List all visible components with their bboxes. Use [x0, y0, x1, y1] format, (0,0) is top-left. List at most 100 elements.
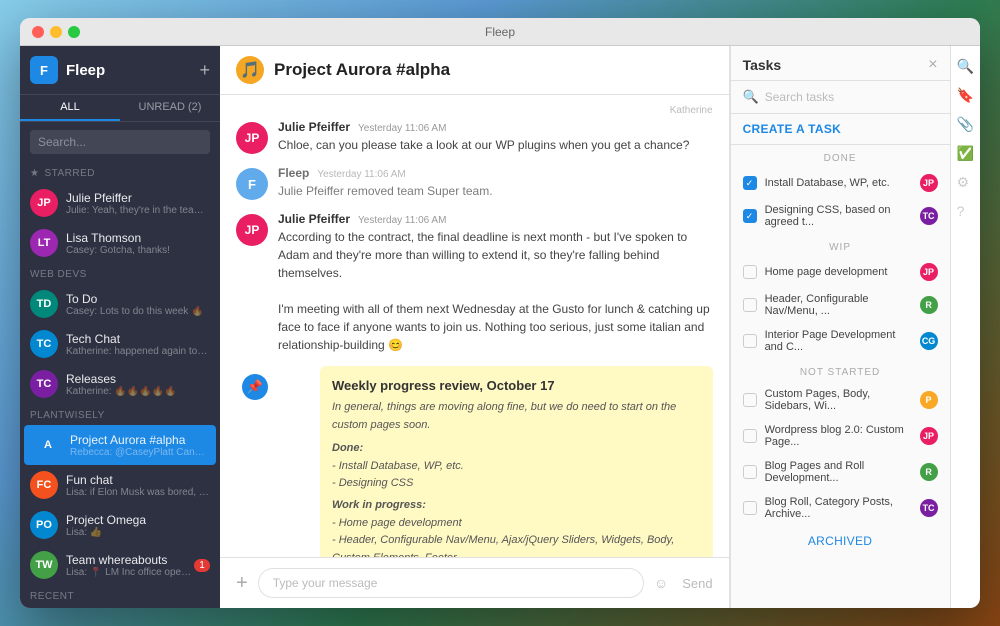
weekly-review-container: 📌 Weekly progress review, October 17 In …	[278, 366, 713, 557]
avatar: JP	[236, 214, 268, 246]
right-icon-bar: 🔍 🔖 📎 ✅ ⚙ ?	[950, 46, 980, 608]
message-text: Julie Pfeiffer removed team Super team.	[278, 182, 713, 200]
sidebar: F Fleep + ALL UNREAD (2) ★ STARRED JP Ju…	[20, 46, 220, 608]
task-checkbox[interactable]	[743, 501, 757, 515]
traffic-lights	[32, 26, 80, 38]
sidebar-item-text: Project Aurora #alpha Rebecca: @CaseyPla…	[70, 433, 206, 458]
conversation-preview: Lisa: 📍 LM Inc office opening pa...	[66, 567, 194, 578]
task-checkbox[interactable]	[743, 393, 757, 407]
add-conversation-button[interactable]: +	[199, 60, 210, 81]
task-checkbox[interactable]	[743, 465, 757, 479]
sidebar-search-container	[20, 122, 220, 162]
task-checkbox[interactable]	[743, 429, 757, 443]
avatar: LT	[30, 229, 58, 257]
task-checkbox[interactable]	[743, 298, 757, 312]
chat-message: JP Julie Pfeiffer Yesterday 11:06 AM Acc…	[236, 212, 713, 354]
section-label: PLANTWISELY	[30, 410, 105, 421]
tasks-title: Tasks	[743, 57, 782, 73]
conversation-preview: Lisa: 👍	[66, 527, 210, 538]
unread-badge: 1	[194, 559, 210, 572]
bookmark-icon[interactable]: 🔖	[955, 85, 976, 106]
tab-unread[interactable]: UNREAD (2)	[120, 95, 220, 121]
weekly-review-box: Weekly progress review, October 17 In ge…	[320, 366, 713, 557]
search-icon[interactable]: 🔍	[955, 56, 976, 77]
contact-preview: Julie: Yeah, they're in the team when...	[66, 205, 210, 216]
minimize-button[interactable]	[50, 26, 62, 38]
task-label: Blog Roll, Category Posts, Archive...	[765, 496, 912, 520]
app-body: F Fleep + ALL UNREAD (2) ★ STARRED JP Ju…	[20, 46, 980, 608]
task-assignee-avatar: JP	[920, 427, 938, 445]
sidebar-item-peter[interactable]: P Peter Casey: No prob 😊	[20, 606, 220, 608]
task-item: Blog Roll, Category Posts, Archive... TC	[731, 490, 950, 526]
conversation-preview: Katherine: 🔥🔥🔥🔥🔥	[66, 386, 210, 397]
question-icon[interactable]: ?	[955, 201, 976, 221]
sidebar-item-releases[interactable]: TC Releases Katherine: 🔥🔥🔥🔥🔥	[20, 364, 220, 404]
conversation-name: Fun chat	[66, 473, 210, 487]
weekly-review-done: Done: - Install Database, WP, etc. - Des…	[332, 440, 701, 493]
task-item: Blog Pages and Roll Development... R	[731, 454, 950, 490]
task-checkbox[interactable]: ✓	[743, 209, 757, 223]
check-circle-icon[interactable]: ✅	[955, 143, 976, 164]
sidebar-item-text: Releases Katherine: 🔥🔥🔥🔥🔥	[66, 372, 210, 397]
task-checkbox[interactable]	[743, 265, 757, 279]
contact-name: Julie Pfeiffer	[66, 191, 210, 205]
message-sender: Julie Pfeiffer	[278, 212, 350, 226]
sidebar-item-funchat[interactable]: FC Fun chat Lisa: if Elon Musk was bored…	[20, 465, 220, 505]
task-label: Designing CSS, based on agreed t...	[765, 204, 912, 228]
task-assignee-avatar: R	[920, 463, 938, 481]
main-content: 🎵 Project Aurora #alpha Katherine JP Jul…	[220, 46, 980, 608]
tab-all[interactable]: ALL	[20, 95, 120, 121]
task-checkbox[interactable]: ✓	[743, 176, 757, 190]
send-button[interactable]: Send	[682, 576, 712, 591]
maximize-button[interactable]	[68, 26, 80, 38]
emoji-icon[interactable]: ☺	[654, 575, 668, 591]
tasks-body: DONE ✓ Install Database, WP, etc. JP ✓ D…	[731, 145, 950, 608]
task-assignee-avatar: JP	[920, 174, 938, 192]
conversation-name: Project Aurora #alpha	[70, 433, 206, 447]
archived-button[interactable]: ARCHIVED	[731, 526, 950, 556]
chat-area: 🎵 Project Aurora #alpha Katherine JP Jul…	[220, 46, 730, 608]
sidebar-item-text: Tech Chat Katherine: happened again toda…	[66, 332, 210, 357]
task-item: Custom Pages, Body, Sidebars, Wi... P	[731, 382, 950, 418]
message-content: Julie Pfeiffer Yesterday 11:06 AM Accord…	[278, 212, 713, 354]
close-button[interactable]	[32, 26, 44, 38]
avatar: JP	[236, 122, 268, 154]
app-logo: F	[30, 56, 58, 84]
task-item: Home page development JP	[731, 257, 950, 287]
conversation-name: Project Omega	[66, 513, 210, 527]
conversation-preview: Katherine: happened again today	[66, 346, 210, 357]
avatar: F	[236, 168, 268, 200]
contact-preview: Casey: Gotcha, thanks!	[66, 245, 210, 256]
avatar: TW	[30, 551, 58, 579]
tasks-close-button[interactable]: ×	[928, 56, 937, 74]
add-attachment-button[interactable]: +	[236, 572, 248, 595]
section-label: WEB DEVS	[30, 269, 87, 280]
sidebar-item-lisa[interactable]: LT Lisa Thomson Casey: Gotcha, thanks!	[20, 223, 220, 263]
sidebar-item-aurora[interactable]: A Project Aurora #alpha Rebecca: @CaseyP…	[24, 425, 216, 465]
tasks-search-input[interactable]	[765, 90, 938, 104]
create-task-button[interactable]: CREATE A TASK	[731, 114, 950, 145]
task-checkbox[interactable]	[743, 334, 757, 348]
section-label: RECENT	[30, 591, 74, 602]
chat-messages: Katherine JP Julie Pfeiffer Yesterday 11…	[220, 95, 729, 557]
conversation-name: Team whereabouts	[66, 553, 194, 567]
chat-header-icon: 🎵	[236, 56, 264, 84]
task-item: Header, Configurable Nav/Menu, ... R	[731, 287, 950, 323]
section-starred: ★ STARRED	[20, 162, 220, 183]
task-item: ✓ Designing CSS, based on agreed t... TC	[731, 198, 950, 234]
chat-message: JP Julie Pfeiffer Yesterday 11:06 AM Chl…	[236, 120, 713, 154]
sidebar-item-julie[interactable]: JP Julie Pfeiffer Julie: Yeah, they're i…	[20, 183, 220, 223]
tasks-section-done: DONE	[731, 145, 950, 168]
gear-icon[interactable]: ⚙	[955, 172, 976, 193]
message-time: Yesterday 11:06 AM	[317, 169, 405, 180]
message-input[interactable]	[258, 568, 644, 598]
attachment-icon[interactable]: 📎	[955, 114, 976, 135]
avatar: TC	[30, 330, 58, 358]
sidebar-item-techchat[interactable]: TC Tech Chat Katherine: happened again t…	[20, 324, 220, 364]
sidebar-item-whereabouts[interactable]: TW Team whereabouts Lisa: 📍 LM Inc offic…	[20, 545, 220, 585]
avatar: TC	[30, 370, 58, 398]
sidebar-search-input[interactable]	[30, 130, 210, 154]
sidebar-item-omega[interactable]: PO Project Omega Lisa: 👍	[20, 505, 220, 545]
message-text: Chloe, can you please take a look at our…	[278, 136, 713, 154]
sidebar-item-todo[interactable]: TD To Do Casey: Lots to do this week 🔥	[20, 284, 220, 324]
